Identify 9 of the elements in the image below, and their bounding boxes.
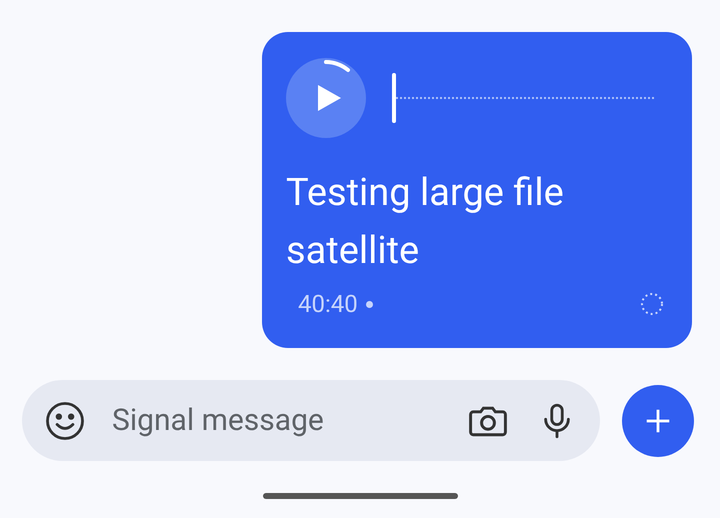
pending-icon [640, 292, 664, 316]
audio-track[interactable] [392, 73, 654, 123]
play-icon [318, 85, 340, 111]
message-field[interactable]: Signal message [112, 398, 466, 443]
message-input[interactable]: Signal message [22, 380, 600, 461]
emoji-icon[interactable] [44, 400, 86, 442]
message-text: Testing large file satellite [286, 170, 565, 275]
message-time: 40:40 [298, 289, 358, 320]
progress-arc-icon [324, 60, 350, 73]
